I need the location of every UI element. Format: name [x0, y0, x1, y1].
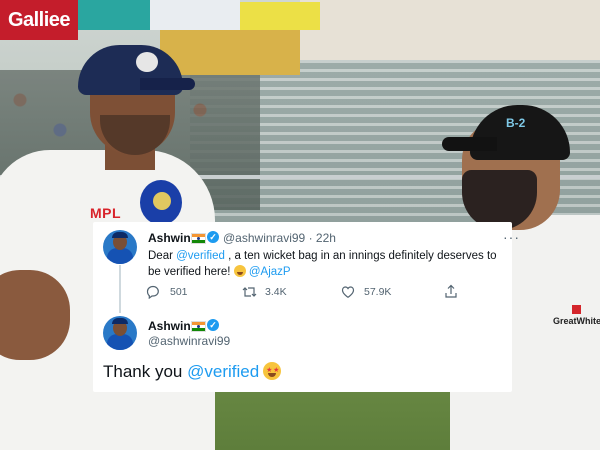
share-icon[interactable] [444, 284, 458, 299]
reply-icon[interactable] [146, 285, 160, 299]
verified-badge-icon: ✓ [207, 231, 219, 243]
like-count: 57.9K [364, 286, 392, 298]
tweet-text: Dear @verified , a ten wicket bag in an … [148, 248, 503, 280]
reply-avatar[interactable] [103, 316, 137, 350]
sponsor-banner: Galliee [0, 0, 78, 40]
retweet-count: 3.4K [265, 286, 287, 298]
mention-verified[interactable]: @verified [176, 250, 225, 262]
stadium-board [160, 30, 300, 75]
right-player-cap-brim [442, 137, 497, 151]
flag-india-icon [191, 321, 206, 332]
retweet-icon[interactable] [242, 285, 257, 299]
left-player-cap-brim [140, 78, 195, 90]
sponsor-banner-yellow [240, 2, 320, 30]
author-name[interactable]: Ashwin [148, 231, 191, 245]
avatar[interactable] [103, 230, 137, 264]
thread-connector [119, 265, 121, 313]
reply-author-name[interactable]: Ashwin [148, 319, 191, 333]
verified-badge-icon: ✓ [207, 319, 219, 331]
sponsor-banner-white [150, 0, 240, 30]
handle-text[interactable]: @ashwinravi99 [223, 231, 305, 245]
reply-author-handle[interactable]: @ashwinravi99 [148, 334, 230, 348]
sponsor-banner-teal [78, 0, 150, 30]
flag-india-icon [191, 233, 206, 244]
shirt-sponsor-logo: MPL [90, 205, 122, 221]
tweet-text-start: Dear [148, 250, 177, 262]
more-options-icon[interactable]: ··· [503, 229, 520, 245]
mention-ajazp[interactable]: @AjazP [249, 266, 291, 278]
reply-count: 501 [170, 286, 188, 298]
greatwhite-logo-icon [572, 305, 581, 314]
tweet-time[interactable]: · 22h [309, 231, 336, 245]
laughing-emoji-icon [233, 265, 246, 277]
reply-text-start: Thank you [103, 362, 188, 381]
bcci-crest-icon [136, 52, 158, 72]
opponent-sponsor-logo: GreatWhite [553, 316, 600, 326]
left-player-arm [0, 270, 70, 360]
cap-sponsor-logo: B-2 [506, 116, 526, 130]
reply-text: Thank you @verified ★ ★ [103, 362, 282, 382]
like-icon[interactable] [341, 285, 355, 299]
star-struck-emoji-icon: ★ ★ [263, 362, 282, 380]
microphone-logo-icon [153, 192, 171, 210]
author-handle[interactable]: @ashwinravi99 · 22h [223, 231, 336, 245]
reply-mention-verified[interactable]: @verified [187, 362, 259, 381]
